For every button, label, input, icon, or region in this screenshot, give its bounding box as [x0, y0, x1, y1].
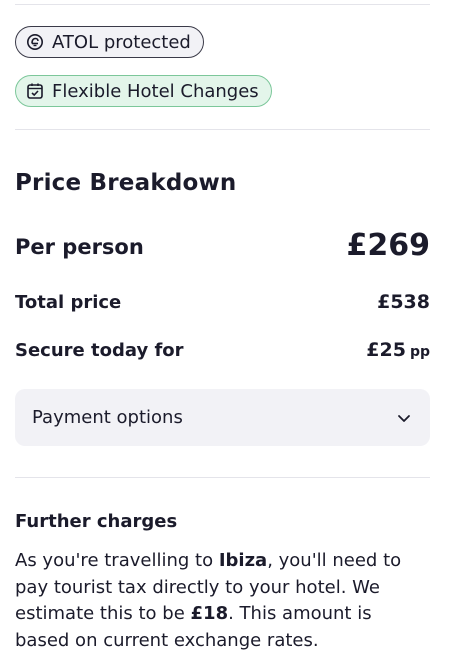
secure-today-label: Secure today for [15, 340, 184, 361]
total-price-label: Total price [15, 292, 122, 313]
further-charges-title: Further charges [15, 511, 178, 532]
secure-today-amount: £25 [366, 339, 406, 361]
atol-shield-icon [26, 33, 44, 51]
section-divider-2 [15, 477, 430, 478]
calendar-check-icon [26, 82, 44, 100]
per-person-suffix: pp [409, 344, 430, 360]
payment-options-dropdown[interactable]: Payment options [15, 389, 430, 446]
atol-protected-label: ATOL protected [52, 31, 191, 53]
top-divider [15, 4, 430, 5]
payment-options-label: Payment options [32, 407, 183, 428]
per-person-label: Per person [15, 235, 144, 259]
chevron-down-icon [396, 410, 412, 426]
further-charges-text-part: As you're travelling to [15, 550, 219, 571]
section-divider [15, 129, 430, 130]
secure-today-value: £25 pp [366, 339, 430, 361]
destination-name: Ibiza [218, 550, 268, 571]
flexible-hotel-changes-label: Flexible Hotel Changes [52, 80, 259, 102]
flexible-hotel-changes-badge: Flexible Hotel Changes [15, 75, 272, 107]
tourist-tax-amount: £18 [190, 603, 229, 624]
total-price-value: £538 [377, 291, 430, 313]
per-person-price: £269 [346, 228, 431, 263]
atol-protected-badge: ATOL protected [15, 26, 204, 58]
further-charges-text: As you're travelling to Ibiza, you'll ne… [15, 548, 430, 654]
price-breakdown-title: Price Breakdown [15, 170, 237, 196]
